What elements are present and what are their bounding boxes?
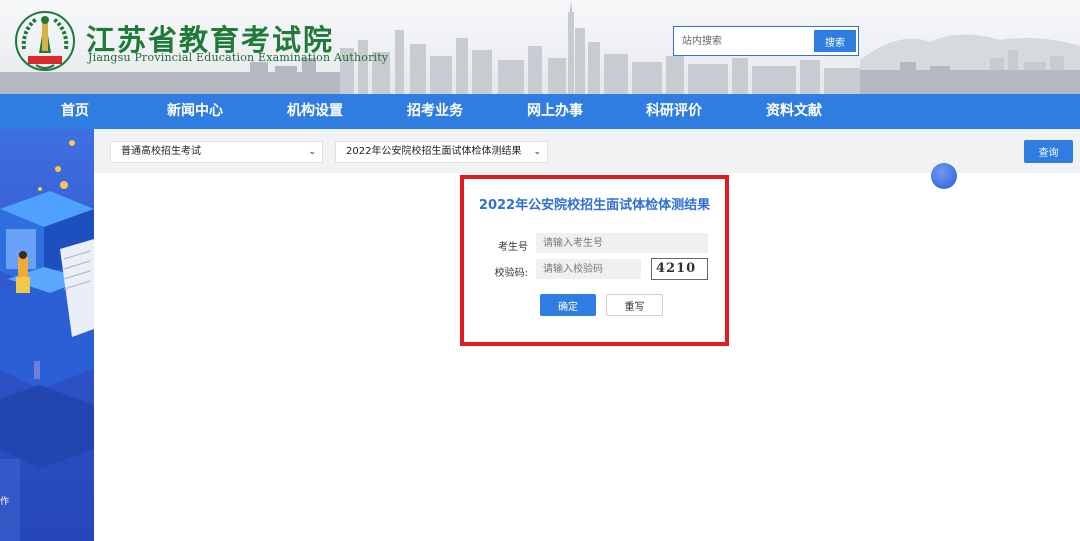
nav-item-news[interactable]: 新闻中心 bbox=[150, 94, 240, 129]
exam-item-select[interactable]: 2022年公安院校招生面试体检体测结果 ⌄ bbox=[335, 141, 548, 163]
search-button[interactable]: 搜索 bbox=[814, 30, 856, 52]
captcha-label: 校验码: bbox=[494, 268, 528, 279]
main-nav: 首页 新闻中心 机构设置 招考业务 网上办事 科研评价 资料文献 bbox=[0, 94, 1080, 129]
exam-type-select[interactable]: 普通高校招生考试 ⌄ bbox=[110, 141, 323, 163]
nav-item-documents[interactable]: 资料文献 bbox=[749, 94, 839, 129]
exam-number-label: 考生号 bbox=[498, 242, 528, 253]
chevron-down-icon: ⌄ bbox=[533, 147, 541, 157]
floating-circle-decoration bbox=[931, 163, 957, 189]
site-header: 江苏省教育考试院 Jiangsu Provincial Education Ex… bbox=[0, 0, 1080, 94]
exam-item-value: 2022年公安院校招生面试体检体测结果 bbox=[346, 146, 522, 157]
nav-item-research[interactable]: 科研评价 bbox=[629, 94, 719, 129]
nav-item-admissions[interactable]: 招考业务 bbox=[390, 94, 480, 129]
jseea-emblem-icon[interactable] bbox=[14, 9, 76, 73]
query-button[interactable]: 查询 bbox=[1024, 140, 1073, 163]
captcha-image[interactable]: 4210 bbox=[651, 258, 708, 280]
result-query-panel: 2022年公安院校招生面试体检体测结果 考生号 校验码: 4210 确定 重写 bbox=[460, 175, 729, 346]
filter-bar: 普通高校招生考试 ⌄ 2022年公安院校招生面试体检体测结果 ⌄ 查询 bbox=[94, 129, 1080, 173]
chevron-down-icon: ⌄ bbox=[308, 147, 316, 157]
isometric-illustration bbox=[0, 140, 94, 541]
captcha-input[interactable] bbox=[536, 259, 641, 279]
panel-title: 2022年公安院校招生面试体检体测结果 bbox=[478, 198, 711, 213]
captcha-code: 4210 bbox=[656, 261, 697, 276]
site-search: 搜索 bbox=[673, 26, 859, 56]
reset-button[interactable]: 重写 bbox=[606, 294, 663, 316]
confirm-button[interactable]: 确定 bbox=[540, 294, 596, 316]
nav-item-online-services[interactable]: 网上办事 bbox=[510, 94, 600, 129]
exam-type-value: 普通高校招生考试 bbox=[121, 146, 201, 157]
left-decorative-banner: 作 bbox=[0, 129, 94, 541]
nav-item-organization[interactable]: 机构设置 bbox=[270, 94, 360, 129]
sidebar-caption: 作 bbox=[0, 497, 10, 507]
site-search-input[interactable] bbox=[676, 29, 812, 53]
exam-number-input[interactable] bbox=[536, 233, 708, 253]
nav-item-home[interactable]: 首页 bbox=[30, 94, 120, 129]
site-title-english[interactable]: Jiangsu Provincial Education Examination… bbox=[88, 51, 388, 64]
